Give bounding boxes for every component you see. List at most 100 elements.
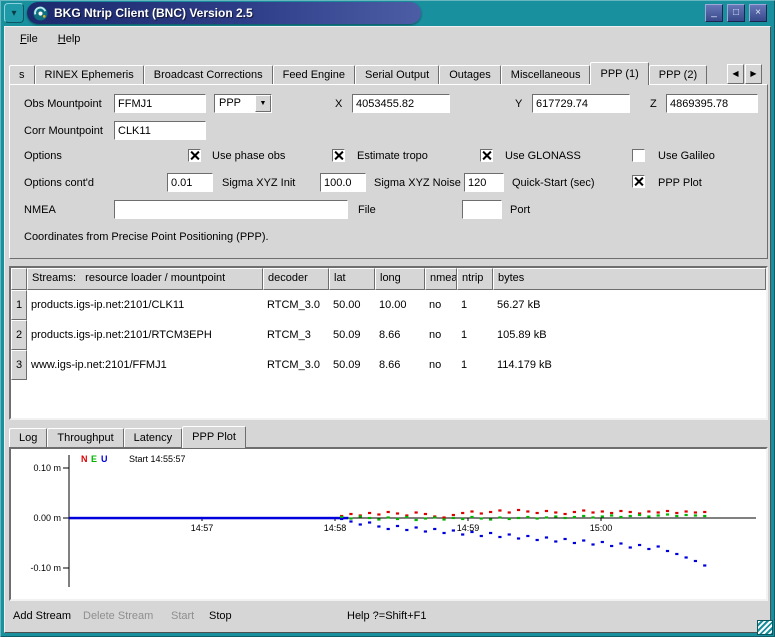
title-pill[interactable]: BKG Ntrip Client (BNC) Version 2.5: [27, 2, 421, 24]
delete-stream-button: Delete Stream: [83, 610, 153, 622]
cell-bytes: 114.179 kB: [493, 350, 766, 380]
menu-help[interactable]: Help: [50, 31, 89, 47]
quick-start-label: Quick-Start (sec): [512, 177, 595, 189]
cell-bytes: 105.89 kB: [493, 320, 766, 350]
sigma-xyz-init-input[interactable]: [167, 173, 213, 192]
tab-scroll-right-icon[interactable]: ▶: [745, 64, 762, 84]
menu-file[interactable]: File: [12, 31, 46, 47]
use-galileo-checkbox[interactable]: [632, 149, 645, 162]
obs-mountpoint-label: Obs Mountpoint: [24, 98, 102, 110]
streams-table-header: Streams: resource loader / mountpoint de…: [11, 268, 766, 290]
top-tab-bar: s RINEX Ephemeris Broadcast Corrections …: [9, 61, 726, 85]
svg-text:Start 14:55:57: Start 14:55:57: [129, 454, 186, 464]
table-row[interactable]: 3 www.igs-ip.net:2101/FFMJ1 RTCM_3.0 50.…: [11, 350, 766, 380]
streams-table: Streams: resource loader / mountpoint de…: [9, 266, 768, 420]
svg-text:14:57: 14:57: [191, 523, 214, 533]
tab-outages[interactable]: Outages: [439, 65, 501, 85]
header-decoder[interactable]: decoder: [263, 268, 329, 290]
tab-ppp-2[interactable]: PPP (2): [649, 65, 707, 85]
svg-text:14:59: 14:59: [457, 523, 480, 533]
tab-scroll-left-icon[interactable]: ◀: [727, 64, 744, 84]
header-nmea[interactable]: nmea: [425, 268, 457, 290]
row-number: 3: [11, 350, 27, 380]
y-coordinate-input[interactable]: [532, 94, 630, 113]
y-label: Y: [515, 98, 522, 110]
tab-serial-output[interactable]: Serial Output: [355, 65, 439, 85]
cell-bytes: 56.27 kB: [493, 290, 766, 320]
footer-toolbar: Add Stream Delete Stream Start Stop Help…: [5, 610, 770, 628]
stop-button[interactable]: Stop: [209, 610, 232, 622]
header-ntrip[interactable]: ntrip: [457, 268, 493, 290]
estimate-tropo-checkbox[interactable]: [332, 149, 345, 162]
tab-feed-engine[interactable]: Feed Engine: [273, 65, 355, 85]
obs-mountpoint-input[interactable]: [114, 94, 206, 113]
z-label: Z: [650, 98, 657, 110]
cell-lat: 50.09: [329, 350, 375, 380]
z-coordinate-input[interactable]: [666, 94, 758, 113]
resize-grip[interactable]: [757, 620, 773, 635]
bottom-tab-bar: Log Throughput Latency PPP Plot: [9, 425, 246, 448]
table-row[interactable]: 2 products.igs-ip.net:2101/RTCM3EPH RTCM…: [11, 320, 766, 350]
start-button: Start: [171, 610, 194, 622]
minimize-button[interactable]: _: [705, 4, 723, 22]
use-glonass-checkbox[interactable]: [480, 149, 493, 162]
x-coordinate-input[interactable]: [352, 94, 450, 113]
header-mountpoint[interactable]: Streams: resource loader / mountpoint: [27, 268, 263, 290]
main-window: File Help s RINEX Ephemeris Broadcast Co…: [4, 26, 771, 633]
app-icon: [33, 6, 48, 21]
tab-miscellaneous[interactable]: Miscellaneous: [501, 65, 591, 85]
header-corner-cell: [11, 268, 27, 290]
tab-latency[interactable]: Latency: [124, 428, 183, 448]
cell-lat: 50.09: [329, 320, 375, 350]
maximize-button[interactable]: □: [727, 4, 745, 22]
tab-rinex-ephemeris[interactable]: RINEX Ephemeris: [35, 65, 144, 85]
titlebar[interactable]: ▾ BKG Ntrip Client (BNC) Version 2.5 _ □…: [0, 0, 775, 26]
ppp-plot-chart: 0.10 m0.00 m-0.10 m14:5714:5814:5915:00N…: [11, 449, 762, 595]
corr-mountpoint-input[interactable]: [114, 121, 206, 140]
combo-arrow-icon[interactable]: ▼: [255, 95, 271, 112]
cell-ntrip: 1: [457, 320, 493, 350]
ppp-hint-text: Coordinates from Precise Point Positioni…: [24, 231, 269, 243]
cell-ntrip: 1: [457, 290, 493, 320]
tab-log[interactable]: Log: [9, 428, 47, 448]
svg-text:N: N: [81, 454, 88, 464]
use-phase-obs-label: Use phase obs: [212, 150, 285, 162]
sigma-xyz-noise-input[interactable]: [320, 173, 366, 192]
tab-ppp-1[interactable]: PPP (1): [590, 62, 648, 85]
tab-ppp-plot[interactable]: PPP Plot: [182, 426, 246, 448]
window-title: BKG Ntrip Client (BNC) Version 2.5: [54, 6, 253, 20]
options-contd-label: Options cont'd: [24, 177, 94, 189]
cell-decoder: RTCM_3.0: [263, 350, 329, 380]
nmea-label: NMEA: [24, 204, 56, 216]
use-galileo-label: Use Galileo: [658, 150, 715, 162]
menubar: File Help: [6, 28, 769, 50]
use-glonass-label: Use GLONASS: [505, 150, 581, 162]
header-long[interactable]: long: [375, 268, 425, 290]
window-menu-button[interactable]: ▾: [4, 3, 24, 23]
use-phase-obs-checkbox[interactable]: [188, 149, 201, 162]
table-row[interactable]: 1 products.igs-ip.net:2101/CLK11 RTCM_3.…: [11, 290, 766, 320]
svg-text:U: U: [101, 454, 108, 464]
options-label: Options: [24, 150, 62, 162]
cell-decoder: RTCM_3.0: [263, 290, 329, 320]
port-input[interactable]: [462, 200, 502, 219]
svg-text:14:58: 14:58: [324, 523, 347, 533]
svg-text:0.00 m: 0.00 m: [33, 513, 61, 523]
cell-long: 10.00: [375, 290, 425, 320]
close-button[interactable]: ×: [749, 4, 767, 22]
cell-decoder: RTCM_3: [263, 320, 329, 350]
tab-throughput[interactable]: Throughput: [47, 428, 123, 448]
help-button[interactable]: Help ?=Shift+F1: [347, 610, 427, 622]
tab-clipped[interactable]: s: [9, 65, 35, 85]
cell-nmea: no: [425, 320, 457, 350]
header-bytes[interactable]: bytes: [493, 268, 766, 290]
ppp-mode-select[interactable]: PPP ▼: [214, 94, 272, 113]
ppp-plot-checkbox[interactable]: [632, 175, 645, 188]
nmea-input[interactable]: [114, 200, 348, 219]
svg-text:15:00: 15:00: [590, 523, 613, 533]
add-stream-button[interactable]: Add Stream: [13, 610, 71, 622]
tab-broadcast-corrections[interactable]: Broadcast Corrections: [144, 65, 273, 85]
row-number: 2: [11, 320, 27, 350]
header-lat[interactable]: lat: [329, 268, 375, 290]
quick-start-input[interactable]: [464, 173, 504, 192]
